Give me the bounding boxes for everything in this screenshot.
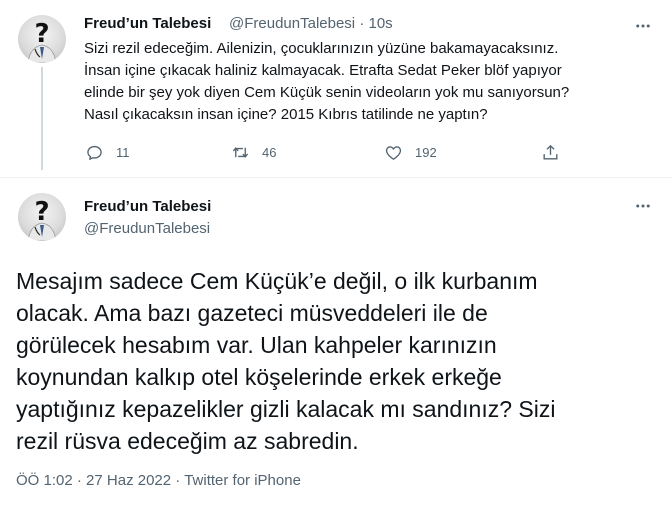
retweet-count: 46: [262, 145, 277, 160]
like-icon: [385, 146, 402, 160]
like-button[interactable]: 192: [384, 143, 437, 162]
handle[interactable]: @FreudunTalebesi: [229, 15, 355, 32]
tweet-source[interactable]: Twitter for iPhone: [184, 472, 301, 489]
timestamp[interactable]: 10s: [368, 15, 392, 32]
tweet-text-line: yaptığınız kepazelikler gizli kalacak mı…: [16, 396, 556, 422]
tweet-text-line: İnsan içine çıkacak haliniz kalmayacak. …: [84, 62, 562, 79]
retweet-button[interactable]: 46: [231, 143, 276, 162]
reply-count: 11: [116, 145, 130, 160]
like-count: 192: [415, 145, 437, 160]
separator: ·: [175, 472, 181, 489]
avatar[interactable]: ?: [18, 193, 66, 241]
thread-line: [41, 67, 43, 170]
handle[interactable]: @FreudunTalebesi: [84, 220, 210, 237]
divider: [0, 177, 672, 178]
svg-text:?: ?: [34, 19, 49, 49]
tweet-text-line: görülecek hesabım var. Ulan kahpeler kar…: [16, 332, 497, 358]
display-name[interactable]: Freud’un Talebesi: [84, 198, 211, 215]
separator: ·: [359, 15, 365, 32]
avatar-image: ?: [27, 197, 57, 241]
tweet-time[interactable]: ÖÖ 1:02: [16, 472, 73, 489]
tweet-text: Sizi rezil edeceğim. Ailenizin, çocuklar…: [84, 38, 644, 126]
reply-icon: [87, 145, 102, 160]
tweet-text-line: koynundan kalkıp otel köşelerinde erkek …: [16, 364, 502, 390]
tweet-text-line: Mesajım sadece Cem Küçük’e değil, o ilk …: [16, 268, 538, 294]
more-icon[interactable]: [633, 196, 653, 216]
separator: ·: [76, 472, 82, 489]
tweet-text-line: rezil rüsva edeceğim az sabredin.: [16, 428, 359, 454]
tweet-text-line: Sizi rezil edeceğim. Ailenizin, çocuklar…: [84, 40, 559, 57]
retweet-icon: [232, 147, 249, 158]
tweet-meta: @FreudunTalebesi · 10s: [229, 15, 393, 32]
svg-text:?: ?: [34, 197, 49, 227]
tweet-text-line: olacak. Ama bazı gazeteci müsveddeleri i…: [16, 300, 488, 326]
tweet-text-line: elinde bir şey yok diyen Cem Küçük senin…: [84, 84, 570, 101]
tweet-text-line: Nasıl çıkacaksın insan içine? 2015 Kıbrı…: [84, 106, 488, 123]
display-name[interactable]: Freud’un Talebesi: [84, 15, 211, 32]
share-icon: [543, 144, 558, 160]
reply-button[interactable]: 11: [85, 143, 130, 162]
avatar[interactable]: ?: [18, 15, 66, 63]
tweet-footer: ÖÖ 1:02 · 27 Haz 2022 · Twitter for iPho…: [16, 472, 301, 489]
tweet-text: Mesajım sadece Cem Küçük’e değil, o ilk …: [16, 265, 656, 457]
tweet-date[interactable]: 27 Haz 2022: [86, 472, 171, 489]
share-button[interactable]: [541, 143, 572, 162]
more-icon[interactable]: [633, 16, 653, 36]
avatar-image: ?: [27, 19, 57, 63]
